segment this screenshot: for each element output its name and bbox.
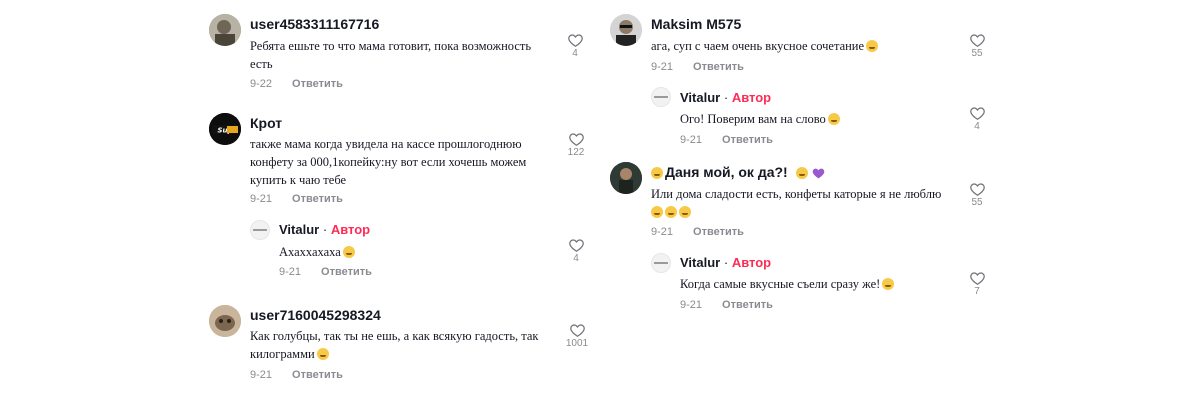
comment-item: user4583311167716 Ребята ешьте то что ма… xyxy=(0,0,600,100)
unamused-emoji-icon xyxy=(795,167,808,179)
avatar[interactable] xyxy=(610,14,642,46)
reply-date: 9-21 xyxy=(279,266,302,278)
comment-meta: 9-21 Ответить xyxy=(651,226,744,238)
avatar[interactable] xyxy=(651,87,671,107)
heart-outline-icon xyxy=(969,272,985,285)
unamused-emoji-icon xyxy=(866,40,879,52)
avatar[interactable] xyxy=(610,162,642,194)
heart-outline-icon xyxy=(969,183,985,196)
comment-username[interactable]: Maksim M575 xyxy=(651,16,741,32)
unamused-emoji-icon xyxy=(651,167,663,179)
like-button[interactable]: 4 xyxy=(564,238,588,264)
laughing-emoji-icon xyxy=(651,206,663,218)
like-button[interactable]: 7 xyxy=(965,271,989,297)
comment-date: 9-22 xyxy=(250,78,273,90)
like-button[interactable]: 4 xyxy=(563,33,587,59)
reply-username: Vitalur · Автор xyxy=(279,222,370,237)
reply-button[interactable]: Ответить xyxy=(693,226,744,238)
unamused-emoji-icon xyxy=(882,278,895,290)
comment-date: 9-21 xyxy=(651,226,674,238)
comment-username[interactable]: Крот xyxy=(250,115,282,131)
reply-button[interactable]: Ответить xyxy=(722,299,773,311)
avatar[interactable] xyxy=(209,305,241,337)
like-button[interactable]: 1001 xyxy=(565,323,589,349)
laughing-emoji-icon xyxy=(342,246,355,258)
purple-heart-icon xyxy=(812,168,824,179)
like-button[interactable]: 55 xyxy=(965,182,989,208)
comment-text: Или дома сладости есть, конфеты каторые … xyxy=(651,185,951,221)
reply-meta: 9-21 Ответить xyxy=(680,134,773,146)
avatar[interactable] xyxy=(250,220,270,240)
reply-date: 9-21 xyxy=(680,299,703,311)
reply-text: Ого! Поверим вам на слово xyxy=(680,110,840,128)
comment-item: Даня мой, ок да?! Или дома сладости есть… xyxy=(600,150,1200,320)
reply-button[interactable]: Ответить xyxy=(321,266,372,278)
reply-text: Ахаххахаха xyxy=(279,243,355,261)
comment-meta: 9-21 Ответить xyxy=(651,61,744,73)
like-count: 4 xyxy=(573,253,579,264)
avatar[interactable] xyxy=(209,14,241,46)
author-badge: Автор xyxy=(731,90,772,105)
reply-username: Vitalur · Автор xyxy=(680,90,771,105)
laughing-emoji-icon xyxy=(316,348,329,360)
reply-meta: 9-21 Ответить xyxy=(279,266,372,278)
comment-item: Sup Крот также мама когда увидела на кас… xyxy=(0,100,600,290)
like-count: 55 xyxy=(971,48,983,59)
comment-date: 9-21 xyxy=(250,193,273,205)
author-badge: Автор xyxy=(330,222,371,237)
comment-username: Даня мой, ок да?! xyxy=(651,164,825,180)
heart-outline-icon xyxy=(969,34,985,47)
reply-button[interactable]: Ответить xyxy=(693,61,744,73)
reply-button[interactable]: Ответить xyxy=(292,193,343,205)
reply-author-name[interactable]: Vitalur xyxy=(680,255,720,270)
reply-date: 9-21 xyxy=(680,134,703,146)
separator-dot: · xyxy=(322,222,328,237)
reply-author-name[interactable]: Vitalur xyxy=(279,222,319,237)
reply-text: Когда самые вкусные съели сразу же! xyxy=(680,275,895,293)
comment-meta: 9-22 Ответить xyxy=(250,78,343,90)
laughing-emoji-icon xyxy=(679,206,691,218)
avatar[interactable]: Sup xyxy=(209,113,241,145)
laughing-emoji-icon xyxy=(665,206,677,218)
separator-dot: · xyxy=(723,255,729,270)
comment-item: Maksim M575 ага, суп с чаем очень вкусно… xyxy=(600,0,1200,150)
reply-button[interactable]: Ответить xyxy=(292,369,343,381)
like-button[interactable]: 4 xyxy=(965,106,989,132)
heart-outline-icon xyxy=(568,133,584,146)
reply-author-name[interactable]: Vitalur xyxy=(680,90,720,105)
comment-text: также мама когда увидела на кассе прошло… xyxy=(250,137,527,187)
like-button[interactable]: 122 xyxy=(564,132,588,158)
comment-meta: 9-21 Ответить xyxy=(250,369,343,381)
reply-username: Vitalur · Автор xyxy=(680,255,771,270)
heart-outline-icon xyxy=(969,107,985,120)
comment-text: Как голубцы, так ты не ешь, а как всякую… xyxy=(250,329,539,361)
separator-dot: · xyxy=(723,90,729,105)
reply-meta: 9-21 Ответить xyxy=(680,299,773,311)
like-count: 7 xyxy=(974,286,980,297)
comment-date: 9-21 xyxy=(250,369,273,381)
comment-meta: 9-21 Ответить xyxy=(250,193,343,205)
heart-outline-icon xyxy=(567,34,583,47)
author-badge: Автор xyxy=(731,255,772,270)
heart-outline-icon xyxy=(569,324,585,337)
like-count: 4 xyxy=(572,48,578,59)
comment-item: user7160045298324 Как голубцы, так ты не… xyxy=(0,290,600,400)
comment-text: Ребята ешьте то что мама готовит, пока в… xyxy=(250,39,532,71)
avatar[interactable] xyxy=(651,253,671,273)
like-count: 55 xyxy=(971,197,983,208)
comment-username[interactable]: user4583311167716 xyxy=(250,16,379,32)
laughing-emoji-icon xyxy=(827,113,840,125)
like-count: 122 xyxy=(567,147,585,158)
comment-text: ага, суп с чаем очень вкусное сочетание xyxy=(651,37,879,55)
like-button[interactable]: 55 xyxy=(965,33,989,59)
reply-button[interactable]: Ответить xyxy=(292,78,343,90)
comment-username[interactable]: user7160045298324 xyxy=(250,307,381,323)
like-count: 1001 xyxy=(565,338,589,349)
comment-author-name[interactable]: Даня мой, ок да?! xyxy=(665,164,788,180)
heart-outline-icon xyxy=(568,239,584,252)
comment-date: 9-21 xyxy=(651,61,674,73)
like-count: 4 xyxy=(974,121,980,132)
reply-button[interactable]: Ответить xyxy=(722,134,773,146)
